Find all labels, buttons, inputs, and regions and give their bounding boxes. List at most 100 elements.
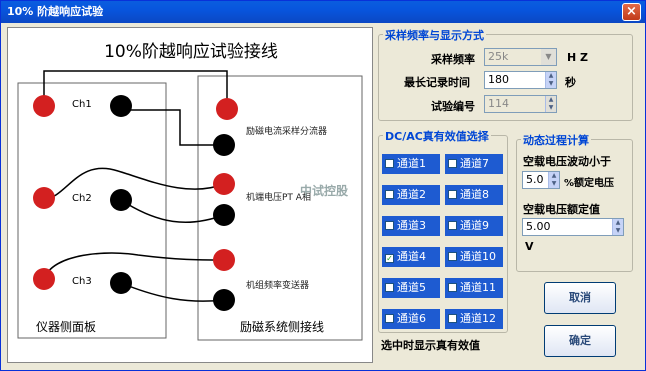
checkbox-icon[interactable] [385,221,394,230]
rms-channel-checkbox[interactable]: 通道10 [445,247,503,267]
ch2-red-terminal [33,187,55,209]
exciter-panel-caption: 励磁系统侧接线 [240,320,325,334]
ch2-black-terminal [110,189,132,211]
fluct-value: 5.0 [526,173,544,186]
rms-channel-checkbox[interactable]: 通道9 [445,216,503,236]
ok-button[interactable]: 确定 [544,325,616,357]
watermark: 中试控股 [300,184,349,198]
checkbox-icon[interactable] [448,314,457,323]
pt-black-terminal [213,204,235,226]
pt-red-terminal [213,173,235,195]
max-time-unit: 秒 [565,76,576,89]
close-button[interactable]: × [622,3,641,21]
rms-channel-label: 通道12 [460,312,496,325]
checkbox-icon[interactable] [448,159,457,168]
checkbox-icon[interactable] [385,190,394,199]
checkbox-icon[interactable] [385,283,394,292]
sampling-group-title: 采样频率与显示方式 [383,27,486,43]
wire-ch3-black [120,282,225,302]
rms-channel-label: 通道7 [460,157,489,170]
rms-channel-label: 通道5 [397,281,426,294]
rms-channel-label: 通道9 [460,219,489,232]
test-no-value: 114 [488,97,509,110]
sampling-freq-select[interactable]: 25k ▼ [484,48,557,66]
checkbox-icon[interactable] [385,159,394,168]
rms-channel-checkbox[interactable]: 通道2 [382,185,440,205]
title-bar: 10% 阶越响应试验 × [1,1,645,23]
max-time-value: 180 [488,73,509,86]
max-time-spinner[interactable]: ▲ ▼ [545,72,556,88]
cancel-button[interactable]: 取消 [544,282,616,314]
freq-black-terminal [213,289,235,311]
fluct-label: 空载电压波动小于 [523,155,611,168]
rms-channel-label: 通道6 [397,312,426,325]
freq-label-text: 采样频率 [431,53,475,66]
rms-channel-checkbox[interactable]: 通道5 [382,278,440,298]
shunt-label: 励磁电流采样分流器 [246,127,328,137]
rms-channel-checkbox[interactable]: 通道6 [382,309,440,329]
fluct-input[interactable]: 5.0 ▲ ▼ [522,171,560,189]
instrument-panel-caption: 仪器侧面板 [36,320,97,334]
wire-ch2-black [120,199,225,224]
max-time-input[interactable]: 180 ▲ ▼ [484,71,557,89]
rated-spinner[interactable]: ▲ ▼ [612,219,623,235]
ch3-red-terminal [33,268,55,290]
fluct-spinner[interactable]: ▲ ▼ [548,172,559,188]
rms-channel-checkbox[interactable]: 通道3 [382,216,440,236]
spin-down-icon[interactable]: ▼ [549,180,559,188]
spin-down-icon[interactable]: ▼ [546,104,556,112]
spin-down-icon[interactable]: ▼ [546,80,556,88]
test-no-input[interactable]: 114 ▲ ▼ [484,95,557,113]
wire-ch2-red [43,167,225,201]
rms-channel-checkbox[interactable]: 通道1 [382,154,440,174]
test-no-spinner[interactable]: ▲ ▼ [545,96,556,112]
spin-down-icon[interactable]: ▼ [613,227,623,235]
rms-channel-label: 通道3 [397,219,426,232]
ch3-black-terminal [110,272,132,294]
diagram-title: 10%阶越响应试验接线 [104,42,278,62]
wire-ch3-red [43,252,225,280]
freq-red-terminal [213,249,235,271]
wiring-diagram: 10%阶越响应试验接线 Ch1 Ch2 Ch3 励磁电流采样分流器 机端电压PT… [7,27,373,363]
rms-channel-checkbox[interactable]: 通道11 [445,278,503,298]
rms-channel-label: 通道8 [460,188,489,201]
rms-group-title: DC/AC真有效值选择 [383,128,491,144]
rms-channel-label: 通道11 [460,281,496,294]
rated-input[interactable]: 5.00 ▲ ▼ [522,218,624,236]
freq-unit: H Z [567,51,589,64]
window-title: 10% 阶越响应试验 [7,5,104,18]
wire-ch1-black [120,106,224,146]
rms-channel-checkbox[interactable]: ✓ 通道4 [382,247,440,267]
spin-up-icon[interactable]: ▲ [613,219,623,227]
rms-channel-label: 通道1 [397,157,426,170]
rms-channel-checkbox[interactable]: 通道7 [445,154,503,174]
checkbox-icon[interactable] [448,283,457,292]
dialog-window: 10% 阶越响应试验 × 10%阶越响应试验接线 Ch1 Ch2 Ch3 励磁电… [0,0,646,371]
rated-unit: V [525,240,534,253]
fluct-unit: %额定电压 [564,178,615,189]
rms-channel-checkbox[interactable]: 通道12 [445,309,503,329]
rms-channel-label: 通道2 [397,188,426,201]
spin-up-icon[interactable]: ▲ [546,96,556,104]
checkbox-checked-icon[interactable]: ✓ [385,254,394,263]
checkbox-icon[interactable] [448,252,457,261]
checkbox-icon[interactable] [448,190,457,199]
ch3-label: Ch3 [72,276,92,287]
rated-label: 空载电压额定值 [523,203,600,216]
ch1-black-terminal [110,95,132,117]
instrument-panel-frame [17,82,167,339]
chevron-down-icon[interactable]: ▼ [541,49,556,65]
freq-label: 机组频率变送器 [246,281,310,291]
ch2-label: Ch2 [72,193,92,204]
ch1-label: Ch1 [72,99,92,110]
spin-up-icon[interactable]: ▲ [546,72,556,80]
spin-up-icon[interactable]: ▲ [549,172,559,180]
rms-channel-checkbox[interactable]: 通道8 [445,185,503,205]
checkbox-icon[interactable] [448,221,457,230]
shunt-black-terminal [213,134,235,156]
ch1-red-terminal [33,95,55,117]
sampling-freq-value: 25k [488,50,509,63]
checkbox-icon[interactable] [385,314,394,323]
rms-channel-label: 通道4 [397,250,426,263]
rms-footer: 选中时显示真有效值 [381,339,480,352]
